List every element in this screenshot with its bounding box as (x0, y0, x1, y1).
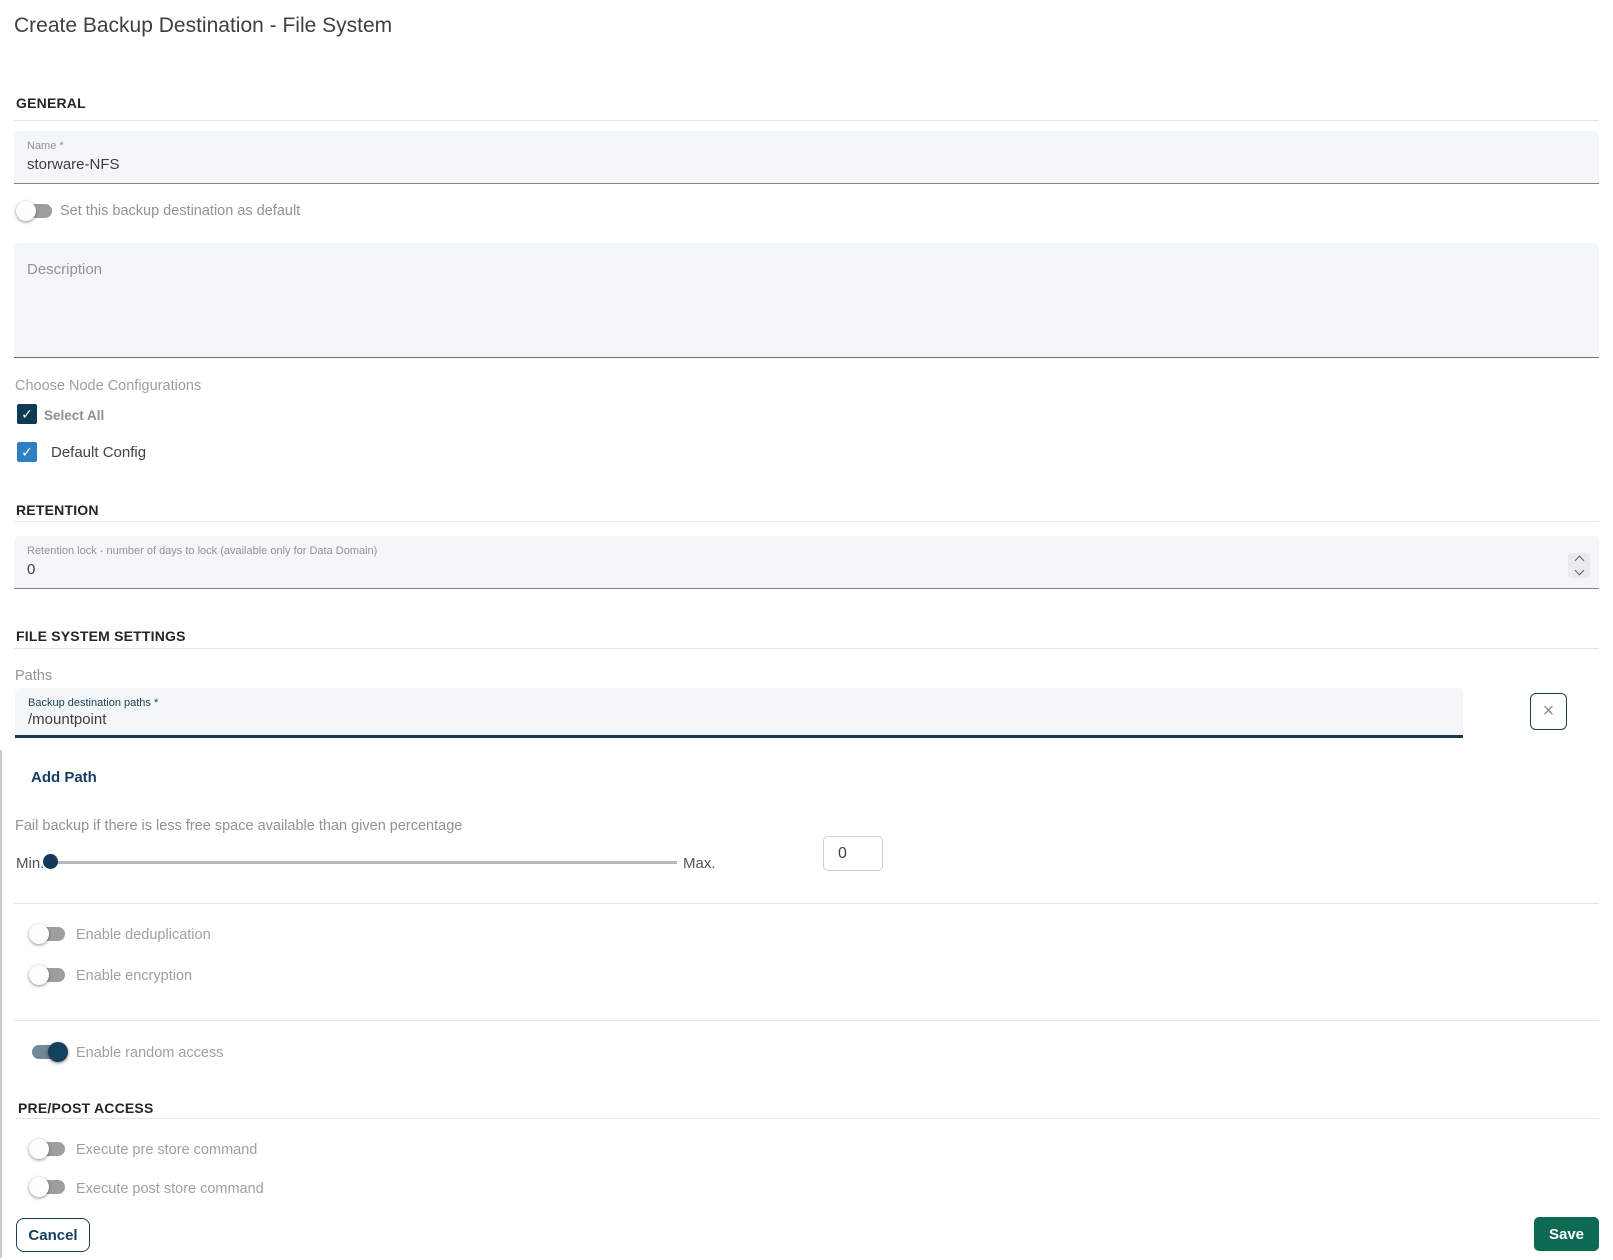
toggle-knob (29, 924, 49, 944)
close-icon: × (1543, 700, 1555, 723)
backup-path-label: Backup destination paths * (28, 697, 158, 709)
section-header-general: GENERAL (16, 95, 86, 111)
percentage-slider-track[interactable] (56, 861, 677, 864)
default-config-checkbox[interactable]: ✓ (17, 442, 37, 462)
fail-backup-label: Fail backup if there is less free space … (15, 818, 462, 834)
check-icon: ✓ (21, 407, 33, 421)
pre-store-toggle[interactable] (29, 1138, 67, 1160)
check-icon: ✓ (21, 445, 33, 459)
section-header-fs-settings: FILE SYSTEM SETTINGS (16, 628, 186, 644)
retention-lock-value: 0 (27, 561, 35, 578)
toggle-knob (16, 201, 36, 221)
create-backup-destination-form: Create Backup Destination - File System … (0, 0, 1613, 1260)
paths-label: Paths (15, 668, 52, 684)
name-input[interactable]: Name * storware-NFS (14, 131, 1599, 184)
percentage-slider-thumb[interactable] (43, 854, 58, 869)
remove-path-button[interactable]: × (1530, 693, 1567, 730)
group-indicator-line (0, 750, 2, 1258)
post-store-toggle[interactable] (29, 1176, 67, 1198)
enable-deduplication-toggle[interactable] (29, 923, 67, 945)
divider (14, 120, 1599, 121)
percentage-value: 0 (838, 845, 847, 863)
description-placeholder: Description (27, 261, 102, 278)
enable-deduplication-label: Enable deduplication (76, 927, 211, 943)
chevron-down-icon (1574, 566, 1584, 576)
slider-max-label: Max. (683, 855, 716, 872)
retention-lock-input[interactable]: Retention lock - number of days to lock … (14, 536, 1599, 589)
retention-lock-label: Retention lock - number of days to lock … (27, 545, 377, 557)
enable-encryption-toggle[interactable] (29, 964, 67, 986)
toggle-knob (29, 1177, 49, 1197)
page-title: Create Backup Destination - File System (14, 14, 392, 38)
node-config-label: Choose Node Configurations (15, 378, 201, 394)
divider (14, 648, 1599, 649)
toggle-knob (29, 965, 49, 985)
description-textarea[interactable]: Description (14, 243, 1599, 358)
backup-path-input[interactable]: Backup destination paths * /mountpoint (15, 688, 1463, 738)
percentage-value-input[interactable]: 0 (823, 836, 883, 871)
select-all-label: Select All (44, 408, 104, 423)
enable-random-access-label: Enable random access (76, 1045, 224, 1061)
divider (14, 903, 1599, 904)
section-header-retention: RETENTION (16, 502, 99, 518)
default-config-label: Default Config (51, 444, 146, 461)
post-store-label: Execute post store command (76, 1181, 264, 1197)
name-input-label: Name * (27, 140, 64, 152)
backup-path-value: /mountpoint (28, 711, 106, 728)
enable-random-access-toggle[interactable] (30, 1041, 68, 1063)
name-input-value: storware-NFS (27, 156, 120, 173)
set-default-toggle-label: Set this backup destination as default (60, 203, 300, 219)
toggle-knob (29, 1139, 49, 1159)
divider (14, 521, 1599, 522)
save-button[interactable]: Save (1534, 1217, 1599, 1251)
divider (14, 1020, 1599, 1021)
enable-encryption-label: Enable encryption (76, 968, 192, 984)
divider (16, 1118, 1599, 1119)
slider-min-label: Min. (16, 855, 44, 872)
toggle-knob (48, 1042, 68, 1062)
add-path-button[interactable]: Add Path (31, 769, 97, 786)
select-all-checkbox[interactable]: ✓ (17, 404, 37, 424)
number-stepper[interactable] (1568, 553, 1590, 578)
set-default-toggle[interactable] (16, 200, 54, 222)
cancel-button[interactable]: Cancel (16, 1218, 90, 1252)
section-header-prepost: PRE/POST ACCESS (18, 1100, 154, 1116)
pre-store-label: Execute pre store command (76, 1142, 257, 1158)
chevron-up-icon (1574, 556, 1584, 566)
